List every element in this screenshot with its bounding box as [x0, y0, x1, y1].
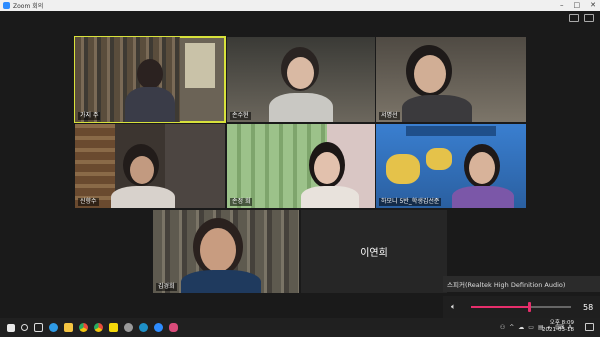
chrome-icon[interactable]	[79, 323, 88, 332]
banner	[406, 126, 496, 136]
clock[interactable]: 오후 8:09 2021-03-18	[542, 320, 574, 334]
windows-start-icon[interactable]	[7, 323, 15, 332]
kakaotalk-icon[interactable]	[109, 323, 118, 332]
video-tile[interactable]: 신향수	[75, 124, 225, 208]
participant-face	[469, 152, 495, 184]
participant-name: 신향수	[78, 198, 99, 206]
volume-slider[interactable]	[471, 302, 571, 312]
app-icon[interactable]	[169, 323, 178, 332]
people-icon[interactable]: ⚇	[500, 324, 505, 331]
view-controls	[569, 14, 594, 22]
title-bar: Zoom 회의 – □ ✕	[0, 0, 600, 11]
clock-time: 오후 8:09	[549, 320, 574, 326]
task-view-icon[interactable]	[34, 323, 43, 332]
video-tile[interactable]: 하모니 5반_학생김선준	[376, 124, 526, 208]
participant-name: 서명선	[379, 112, 400, 120]
map-continent	[426, 148, 452, 170]
fullscreen-icon[interactable]	[584, 14, 594, 22]
video-off-tile[interactable]: 이연희	[301, 210, 447, 293]
participant-name: 하모니 5반_학생김선준	[379, 198, 442, 206]
close-icon[interactable]: ✕	[590, 1, 596, 10]
notification-icon[interactable]	[585, 323, 594, 331]
participant-name: 김경희	[156, 283, 177, 291]
file-explorer-icon[interactable]	[64, 323, 73, 332]
show-hidden-icons[interactable]: ^	[509, 324, 514, 331]
bookshelf-background	[75, 124, 115, 208]
battery-icon[interactable]: ▭	[528, 324, 534, 331]
window-title: Zoom 회의	[13, 3, 44, 10]
volume-thumb[interactable]	[528, 302, 531, 312]
clock-date: 2021-03-18	[542, 327, 574, 333]
app-icon[interactable]	[124, 323, 133, 332]
maximize-icon[interactable]: □	[574, 1, 581, 10]
edge-icon[interactable]	[139, 323, 148, 332]
participant-name: 손수현	[230, 112, 251, 120]
minimize-icon[interactable]: –	[560, 1, 564, 10]
video-tile[interactable]: 손수현	[227, 37, 375, 122]
speaker-icon[interactable]: 🔈︎	[451, 302, 463, 312]
participant-face	[130, 156, 154, 184]
participant-body	[402, 95, 472, 122]
speaker-device-label[interactable]: 스피커(Realtek High Definition Audio)	[443, 276, 600, 292]
participant-body	[181, 270, 261, 293]
participant-name: 손정 희	[230, 198, 253, 206]
volume-value: 58	[583, 302, 594, 312]
gallery-view-icon[interactable]	[569, 14, 579, 22]
participant-body	[452, 186, 514, 208]
map-continent	[386, 154, 420, 184]
video-tile[interactable]: 손정 희	[227, 124, 375, 208]
video-tile[interactable]: 서명선	[376, 37, 526, 122]
participant-body	[301, 186, 359, 208]
participant-body	[269, 93, 333, 122]
volume-fill	[471, 306, 529, 308]
participant-face	[200, 228, 236, 272]
zoom-window: Zoom 회의 – □ ✕ 가지 주 손수현 서명선 신향수 손정 희 하모니 …	[0, 0, 600, 337]
participant-name: 가지 주	[78, 112, 101, 120]
participant-head	[137, 59, 163, 89]
participant-body	[111, 186, 175, 208]
search-icon[interactable]	[21, 324, 28, 331]
zoom-icon	[3, 2, 10, 9]
participant-body	[125, 87, 175, 122]
volume-control: 🔈︎ 58	[443, 296, 600, 318]
participant-face	[314, 152, 340, 184]
edge-icon[interactable]	[49, 323, 58, 332]
participant-face	[287, 57, 314, 89]
window-controls: – □ ✕	[560, 1, 596, 10]
zoom-icon[interactable]	[154, 323, 163, 332]
participant-face	[414, 55, 446, 93]
taskbar: ⚇ ^ ☁ ▭ ▤ 🔈︎ ⌨ A 오후 8:09 2021-03-18	[0, 318, 600, 337]
cloud-icon[interactable]: ☁	[518, 324, 524, 331]
video-tile[interactable]: 김경희	[153, 210, 299, 293]
video-tile[interactable]: 가지 주	[74, 36, 226, 123]
participant-name: 이연희	[360, 248, 388, 259]
chrome-icon[interactable]	[94, 323, 103, 332]
wall-picture	[185, 43, 215, 88]
